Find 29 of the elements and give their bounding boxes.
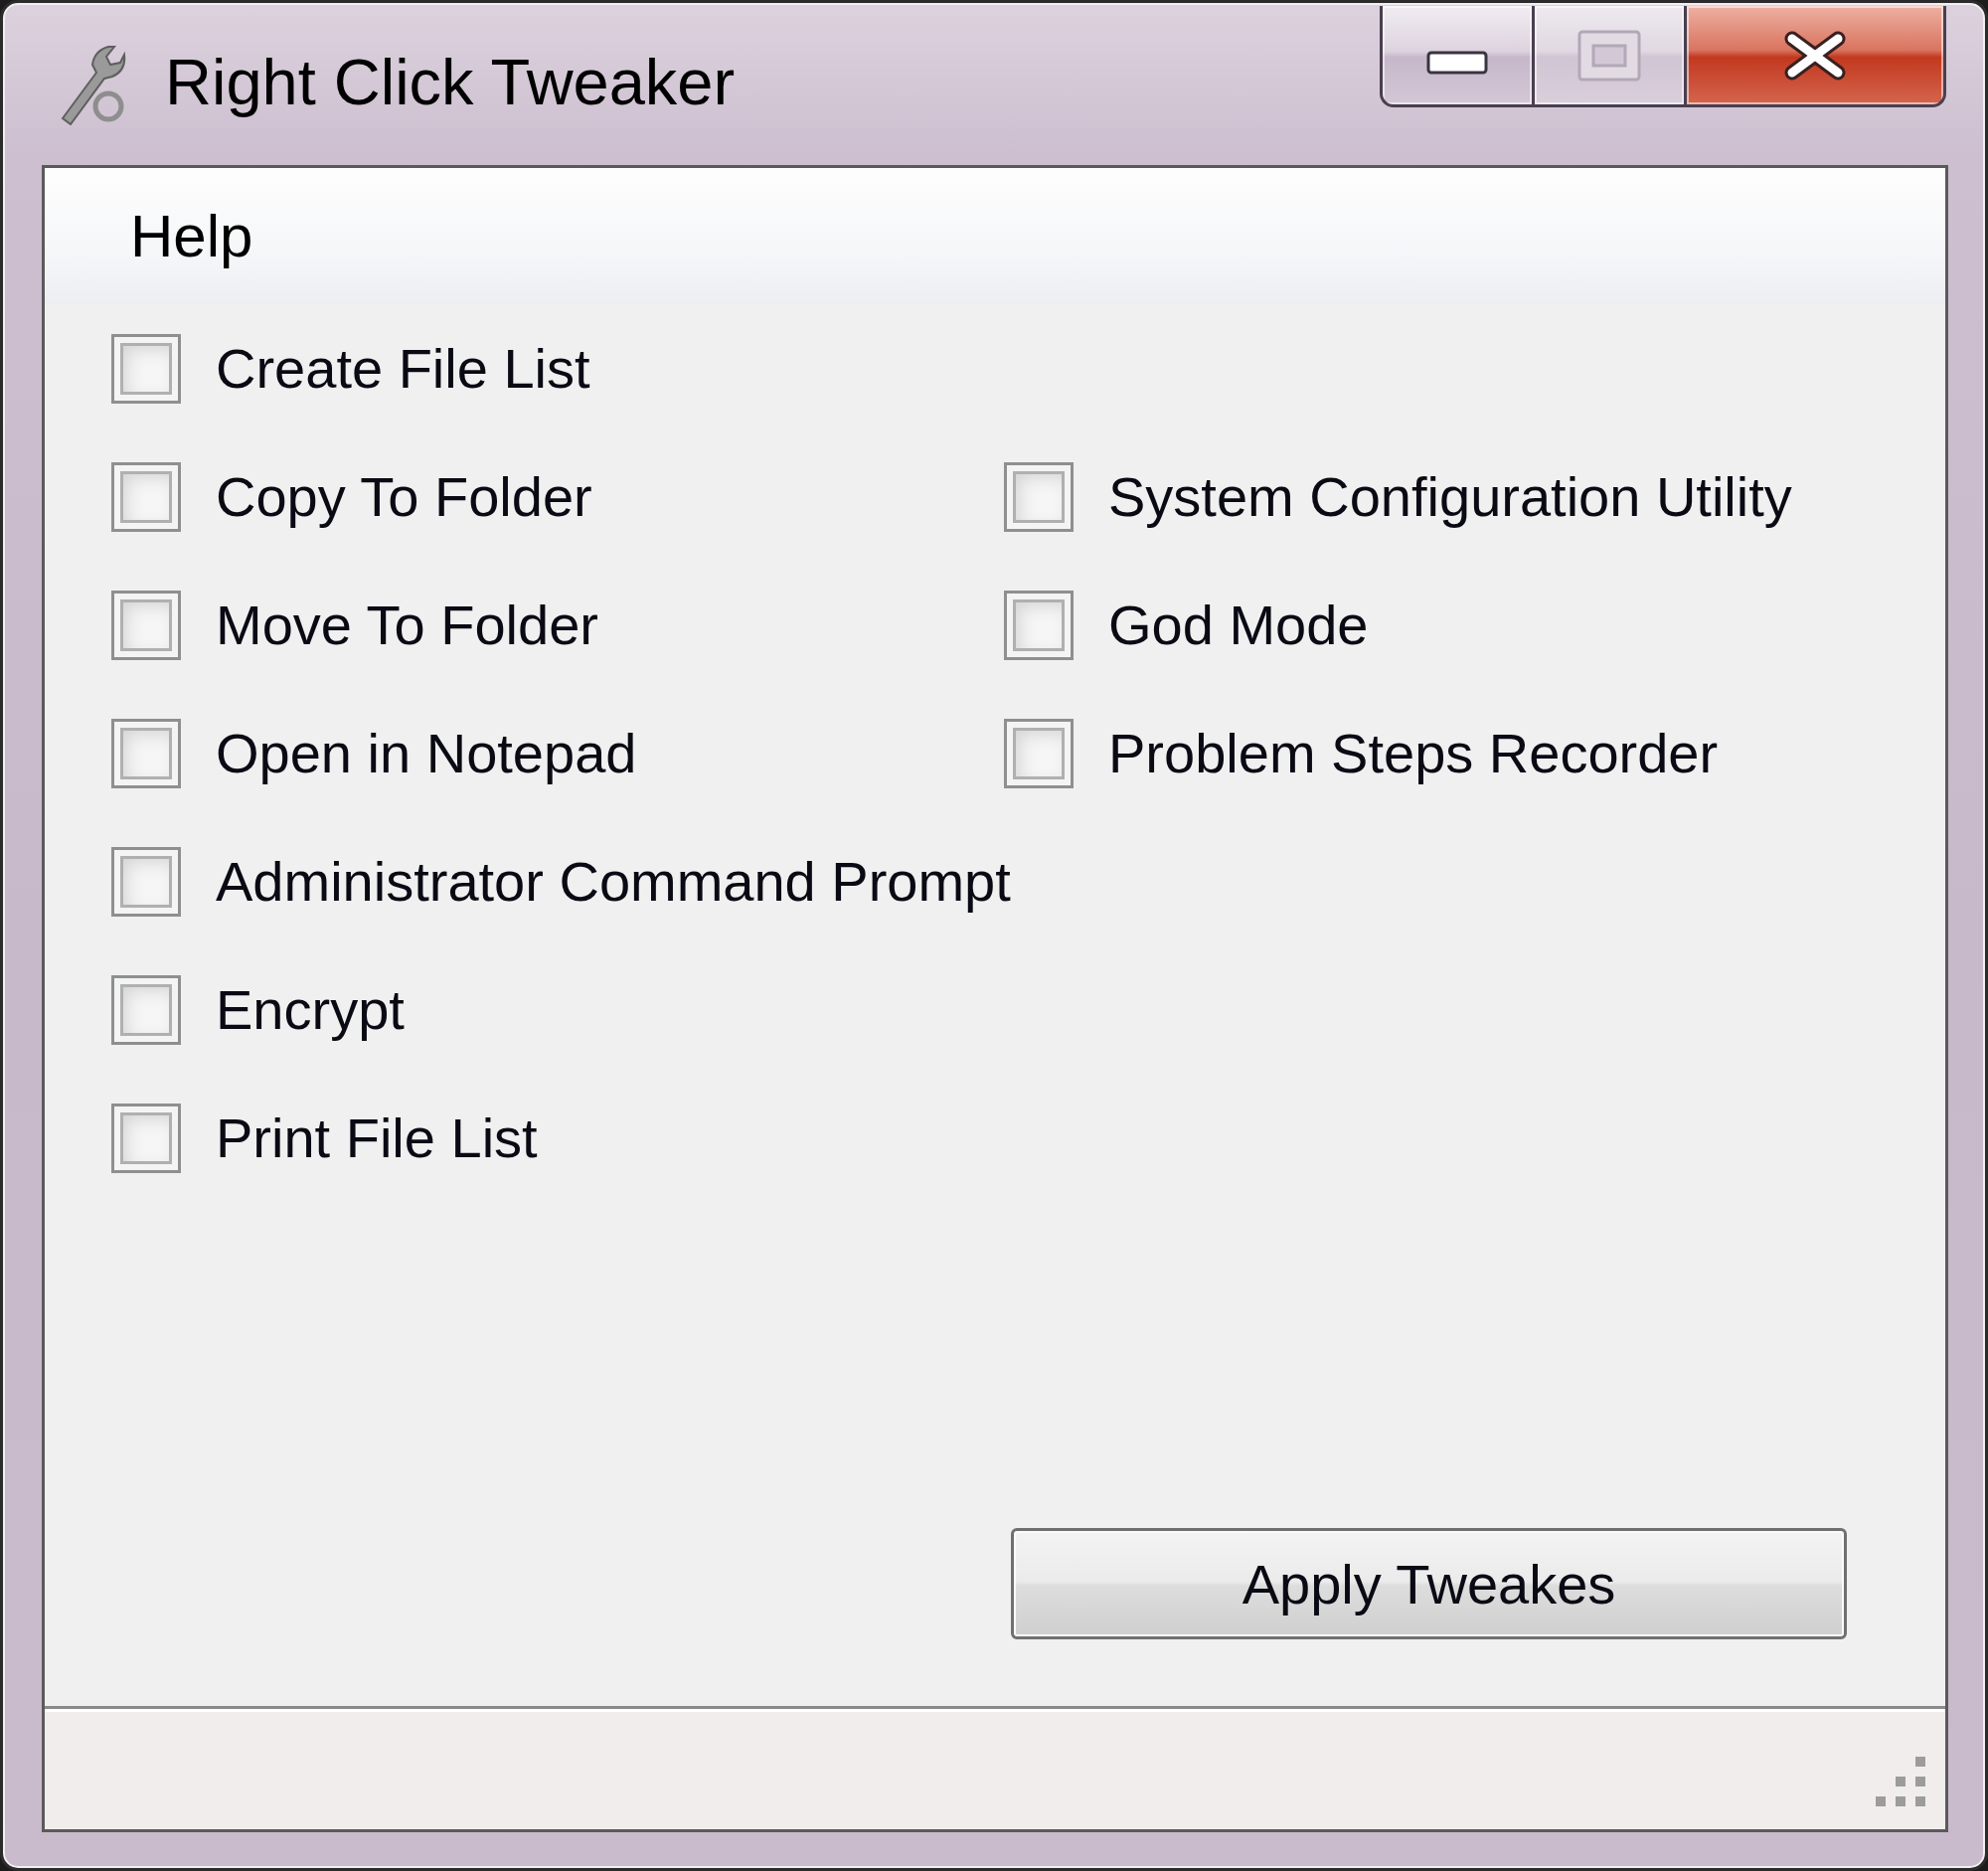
checkbox-label[interactable]: Create File List xyxy=(216,335,590,402)
checkbox[interactable] xyxy=(1004,718,1074,788)
checkbox[interactable] xyxy=(111,974,181,1045)
close-button[interactable] xyxy=(1687,6,1943,104)
checkbox-label[interactable]: Move To Folder xyxy=(216,592,598,658)
close-icon xyxy=(1782,30,1848,81)
checkbox-label[interactable]: Open in Notepad xyxy=(216,720,637,786)
checkbox-label[interactable]: Problem Steps Recorder xyxy=(1108,720,1719,786)
minimize-button[interactable] xyxy=(1383,6,1532,104)
maximize-icon xyxy=(1577,29,1641,82)
checkbox-label[interactable]: Copy To Folder xyxy=(216,463,592,530)
size-grip-icon[interactable] xyxy=(1874,1757,1927,1807)
apply-button[interactable]: Apply Tweakes xyxy=(1011,1528,1847,1639)
checkbox[interactable] xyxy=(1004,461,1074,532)
checkbox[interactable] xyxy=(111,1103,181,1173)
checkbox-label[interactable]: Print File List xyxy=(216,1105,538,1171)
checkbox[interactable] xyxy=(111,333,181,404)
checkbox[interactable] xyxy=(111,461,181,532)
checkbox[interactable] xyxy=(1004,590,1074,660)
window-title: Right Click Tweaker xyxy=(165,45,736,120)
checkbox-label[interactable]: System Configuration Utility xyxy=(1108,463,1792,530)
minimize-icon xyxy=(1426,50,1488,75)
checkbox-label[interactable]: Encrypt xyxy=(216,976,405,1043)
checkbox[interactable] xyxy=(111,590,181,660)
menu-item[interactable]: Help xyxy=(110,200,273,272)
checkbox[interactable] xyxy=(111,846,181,917)
checkbox-label[interactable]: Administrator Command Prompt xyxy=(216,848,1011,915)
checkbox-label[interactable]: God Mode xyxy=(1108,592,1369,658)
checkbox[interactable] xyxy=(111,718,181,788)
